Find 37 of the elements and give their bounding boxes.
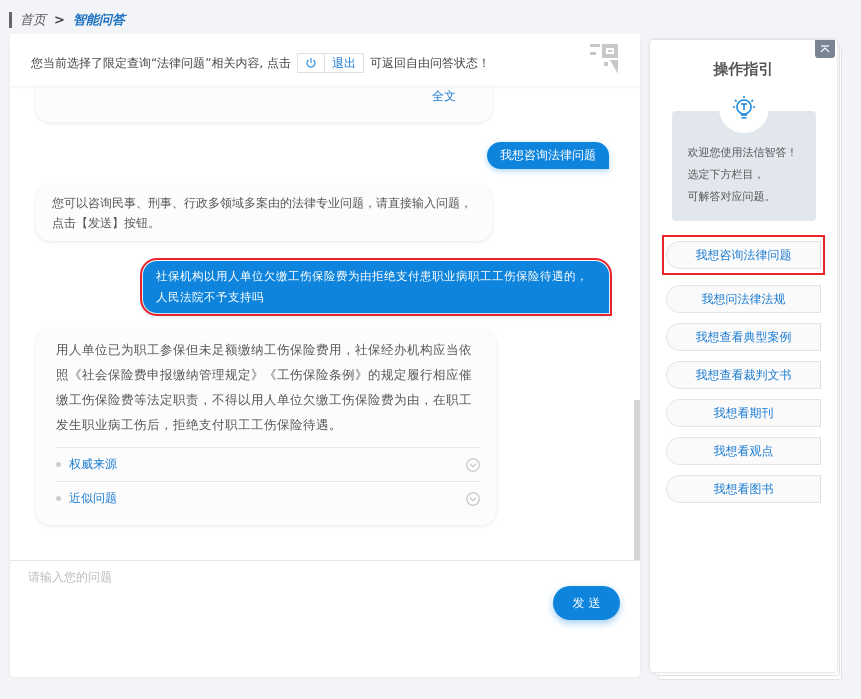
breadcrumb-link[interactable]: 首页 — [20, 11, 46, 29]
bot-message: 您可以咨询民事、刑事、行政多领域多案由的法律专业问题，请直接输入问题，点击【发送】按钮。 — [36, 185, 492, 241]
scrollbar-thumb[interactable] — [634, 400, 640, 560]
intro-text: 选定下方栏目， — [686, 167, 766, 183]
notice-text: 您当前选择了限定查询“法律问题”相关内容, 点击 — [31, 54, 292, 72]
guide-button[interactable]: 我想看期刊 — [666, 399, 821, 427]
user-message: 社保机构以用人单位欠缴工伤保险费为由拒绝支付患职业病职工工伤保险待遇的，人民法院不予支持吗 — [143, 261, 609, 313]
guide-button[interactable]: 我想问法律法规 — [666, 285, 821, 313]
guide-button[interactable]: 我想看观点 — [666, 437, 821, 465]
breadcrumb-link[interactable]: 智能问答 — [72, 11, 125, 29]
chevron-down-icon — [466, 458, 480, 472]
section-row[interactable]: 权威来源 — [56, 447, 480, 481]
bullet-icon — [56, 496, 61, 501]
guide-button[interactable]: 我想查看典型案例 — [666, 323, 821, 351]
breadcrumb-separator: > — [54, 12, 65, 28]
notice-text: 可返回自由问答状态！ — [370, 54, 490, 72]
section-link[interactable]: 权威来源 — [69, 456, 458, 473]
question-input-area[interactable]: 请输入您的问题 发 送 — [10, 560, 640, 677]
guide-button[interactable]: 我想查看裁判文书 — [666, 361, 821, 389]
qr-code-icon — [588, 42, 620, 76]
collapse-button[interactable] — [815, 40, 835, 58]
chevron-down-icon — [466, 492, 480, 506]
guide-button[interactable]: 我想咨询法律问题 — [666, 241, 821, 269]
user-message: 我想咨询法律问题 — [487, 142, 609, 169]
collapse-icon — [820, 45, 830, 53]
intro-text: 可解答对应问题。 — [686, 189, 776, 205]
section-row[interactable]: 近似问题 — [56, 481, 480, 515]
full-text-link[interactable]: 全文 — [432, 88, 456, 105]
section-link[interactable]: 近似问题 — [69, 490, 458, 507]
guide-button[interactable]: 我想看图书 — [666, 475, 821, 503]
panel-title: 操作指引 — [714, 60, 774, 79]
answer-text: 用人单位已为职工参保但未足额缴纳工伤保险费用，社保经办机构应当依照《社会保险费申报缴纳管理规定》《工伤保险条例》的规定履行相应催缴工伤保险费等法定职责，不得以用人单位欠缴工伤保险费为由，在职工发生职业病工伤后，拒绝支付职工工伤保险待遇。 — [56, 341, 473, 434]
exit-button[interactable]: 退出 — [297, 53, 364, 73]
send-button[interactable]: 发 送 — [553, 586, 620, 620]
intro-text: 欢迎您使用法信智答！ — [686, 145, 798, 161]
power-icon — [305, 57, 318, 69]
bullet-icon — [56, 462, 61, 467]
